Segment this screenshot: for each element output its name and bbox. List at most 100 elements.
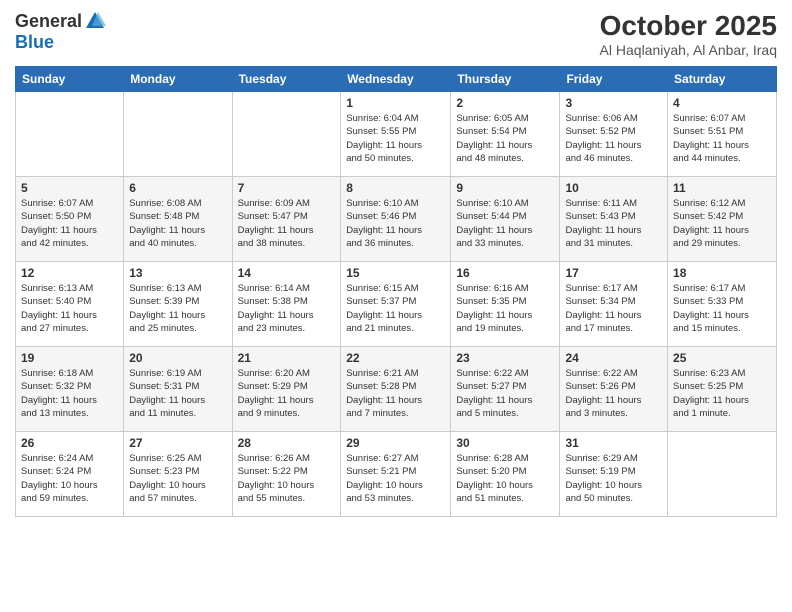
- calendar-cell: 13 Sunrise: 6:13 AM Sunset: 5:39 PM Dayli…: [124, 262, 232, 347]
- day-info: Sunrise: 6:17 AM Sunset: 5:33 PM Dayligh…: [673, 282, 771, 335]
- day-info: Sunrise: 6:07 AM Sunset: 5:51 PM Dayligh…: [673, 112, 771, 165]
- calendar-cell: 3 Sunrise: 6:06 AM Sunset: 5:52 PM Daylig…: [560, 92, 668, 177]
- calendar-cell: 9 Sunrise: 6:10 AM Sunset: 5:44 PM Daylig…: [451, 177, 560, 262]
- day-info: Sunrise: 6:21 AM Sunset: 5:28 PM Dayligh…: [346, 367, 445, 420]
- logo: General Blue: [15, 10, 106, 53]
- day-number: 24: [565, 351, 662, 365]
- calendar-cell: 30 Sunrise: 6:28 AM Sunset: 5:20 PM Dayli…: [451, 432, 560, 517]
- day-number: 3: [565, 96, 662, 110]
- day-number: 17: [565, 266, 662, 280]
- calendar-cell: 20 Sunrise: 6:19 AM Sunset: 5:31 PM Dayli…: [124, 347, 232, 432]
- day-info: Sunrise: 6:20 AM Sunset: 5:29 PM Dayligh…: [238, 367, 336, 420]
- day-info: Sunrise: 6:10 AM Sunset: 5:44 PM Dayligh…: [456, 197, 554, 250]
- month-title: October 2025: [600, 10, 777, 42]
- day-number: 28: [238, 436, 336, 450]
- calendar-cell: 15 Sunrise: 6:15 AM Sunset: 5:37 PM Dayli…: [341, 262, 451, 347]
- day-info: Sunrise: 6:05 AM Sunset: 5:54 PM Dayligh…: [456, 112, 554, 165]
- day-info: Sunrise: 6:26 AM Sunset: 5:22 PM Dayligh…: [238, 452, 336, 505]
- weekday-header-row: SundayMondayTuesdayWednesdayThursdayFrid…: [16, 67, 777, 92]
- calendar-cell: 8 Sunrise: 6:10 AM Sunset: 5:46 PM Daylig…: [341, 177, 451, 262]
- day-info: Sunrise: 6:24 AM Sunset: 5:24 PM Dayligh…: [21, 452, 118, 505]
- weekday-header-saturday: Saturday: [668, 67, 777, 92]
- day-number: 14: [238, 266, 336, 280]
- day-number: 4: [673, 96, 771, 110]
- day-info: Sunrise: 6:29 AM Sunset: 5:19 PM Dayligh…: [565, 452, 662, 505]
- calendar-cell: 10 Sunrise: 6:11 AM Sunset: 5:43 PM Dayli…: [560, 177, 668, 262]
- title-block: October 2025 Al Haqlaniyah, Al Anbar, Ir…: [600, 10, 777, 58]
- day-number: 6: [129, 181, 226, 195]
- location: Al Haqlaniyah, Al Anbar, Iraq: [600, 42, 777, 58]
- calendar-cell: 26 Sunrise: 6:24 AM Sunset: 5:24 PM Dayli…: [16, 432, 124, 517]
- day-info: Sunrise: 6:11 AM Sunset: 5:43 PM Dayligh…: [565, 197, 662, 250]
- calendar-cell: [232, 92, 341, 177]
- calendar-cell: 14 Sunrise: 6:14 AM Sunset: 5:38 PM Dayli…: [232, 262, 341, 347]
- page: General Blue October 2025 Al Haqlaniyah,…: [0, 0, 792, 527]
- calendar-cell: 16 Sunrise: 6:16 AM Sunset: 5:35 PM Dayli…: [451, 262, 560, 347]
- day-number: 9: [456, 181, 554, 195]
- day-info: Sunrise: 6:06 AM Sunset: 5:52 PM Dayligh…: [565, 112, 662, 165]
- day-info: Sunrise: 6:09 AM Sunset: 5:47 PM Dayligh…: [238, 197, 336, 250]
- day-number: 20: [129, 351, 226, 365]
- day-info: Sunrise: 6:23 AM Sunset: 5:25 PM Dayligh…: [673, 367, 771, 420]
- calendar-cell: 6Sunrise: 6:08 AM Sunset: 5:48 PM Daylig…: [124, 177, 232, 262]
- day-number: 11: [673, 181, 771, 195]
- logo-general-text: General: [15, 11, 82, 32]
- day-info: Sunrise: 6:07 AM Sunset: 5:50 PM Dayligh…: [21, 197, 118, 250]
- day-info: Sunrise: 6:28 AM Sunset: 5:20 PM Dayligh…: [456, 452, 554, 505]
- day-number: 16: [456, 266, 554, 280]
- calendar-table: SundayMondayTuesdayWednesdayThursdayFrid…: [15, 66, 777, 517]
- logo-blue-text: Blue: [15, 32, 54, 53]
- calendar-cell: 28 Sunrise: 6:26 AM Sunset: 5:22 PM Dayli…: [232, 432, 341, 517]
- day-number: 2: [456, 96, 554, 110]
- day-info: Sunrise: 6:18 AM Sunset: 5:32 PM Dayligh…: [21, 367, 118, 420]
- calendar-cell: 4 Sunrise: 6:07 AM Sunset: 5:51 PM Daylig…: [668, 92, 777, 177]
- day-info: Sunrise: 6:13 AM Sunset: 5:39 PM Dayligh…: [129, 282, 226, 335]
- weekday-header-thursday: Thursday: [451, 67, 560, 92]
- day-info: Sunrise: 6:16 AM Sunset: 5:35 PM Dayligh…: [456, 282, 554, 335]
- day-number: 26: [21, 436, 118, 450]
- calendar-cell: 24Sunrise: 6:22 AM Sunset: 5:26 PM Dayli…: [560, 347, 668, 432]
- day-info: Sunrise: 6:17 AM Sunset: 5:34 PM Dayligh…: [565, 282, 662, 335]
- calendar-cell: 21 Sunrise: 6:20 AM Sunset: 5:29 PM Dayli…: [232, 347, 341, 432]
- calendar-cell: 18 Sunrise: 6:17 AM Sunset: 5:33 PM Dayli…: [668, 262, 777, 347]
- calendar-cell: 17 Sunrise: 6:17 AM Sunset: 5:34 PM Dayli…: [560, 262, 668, 347]
- calendar-cell: 2 Sunrise: 6:05 AM Sunset: 5:54 PM Daylig…: [451, 92, 560, 177]
- day-info: Sunrise: 6:15 AM Sunset: 5:37 PM Dayligh…: [346, 282, 445, 335]
- day-number: 21: [238, 351, 336, 365]
- calendar-cell: 12Sunrise: 6:13 AM Sunset: 5:40 PM Dayli…: [16, 262, 124, 347]
- weekday-header-wednesday: Wednesday: [341, 67, 451, 92]
- day-number: 13: [129, 266, 226, 280]
- day-number: 7: [238, 181, 336, 195]
- day-number: 19: [21, 351, 118, 365]
- day-info: Sunrise: 6:25 AM Sunset: 5:23 PM Dayligh…: [129, 452, 226, 505]
- day-number: 25: [673, 351, 771, 365]
- day-number: 1: [346, 96, 445, 110]
- day-info: Sunrise: 6:10 AM Sunset: 5:46 PM Dayligh…: [346, 197, 445, 250]
- week-row-5: 26 Sunrise: 6:24 AM Sunset: 5:24 PM Dayli…: [16, 432, 777, 517]
- day-number: 22: [346, 351, 445, 365]
- calendar-cell: 25 Sunrise: 6:23 AM Sunset: 5:25 PM Dayli…: [668, 347, 777, 432]
- day-info: Sunrise: 6:12 AM Sunset: 5:42 PM Dayligh…: [673, 197, 771, 250]
- day-info: Sunrise: 6:04 AM Sunset: 5:55 PM Dayligh…: [346, 112, 445, 165]
- day-number: 23: [456, 351, 554, 365]
- day-info: Sunrise: 6:13 AM Sunset: 5:40 PM Dayligh…: [21, 282, 118, 335]
- weekday-header-friday: Friday: [560, 67, 668, 92]
- day-info: Sunrise: 6:14 AM Sunset: 5:38 PM Dayligh…: [238, 282, 336, 335]
- calendar-cell: 31Sunrise: 6:29 AM Sunset: 5:19 PM Dayli…: [560, 432, 668, 517]
- day-number: 18: [673, 266, 771, 280]
- calendar-cell: 22 Sunrise: 6:21 AM Sunset: 5:28 PM Dayli…: [341, 347, 451, 432]
- week-row-4: 19 Sunrise: 6:18 AM Sunset: 5:32 PM Dayli…: [16, 347, 777, 432]
- day-number: 15: [346, 266, 445, 280]
- day-number: 30: [456, 436, 554, 450]
- calendar-cell: 1 Sunrise: 6:04 AM Sunset: 5:55 PM Daylig…: [341, 92, 451, 177]
- day-number: 29: [346, 436, 445, 450]
- day-info: Sunrise: 6:19 AM Sunset: 5:31 PM Dayligh…: [129, 367, 226, 420]
- day-info: Sunrise: 6:27 AM Sunset: 5:21 PM Dayligh…: [346, 452, 445, 505]
- day-number: 10: [565, 181, 662, 195]
- day-number: 5: [21, 181, 118, 195]
- weekday-header-sunday: Sunday: [16, 67, 124, 92]
- day-number: 8: [346, 181, 445, 195]
- header: General Blue October 2025 Al Haqlaniyah,…: [15, 10, 777, 58]
- weekday-header-monday: Monday: [124, 67, 232, 92]
- week-row-1: 1 Sunrise: 6:04 AM Sunset: 5:55 PM Daylig…: [16, 92, 777, 177]
